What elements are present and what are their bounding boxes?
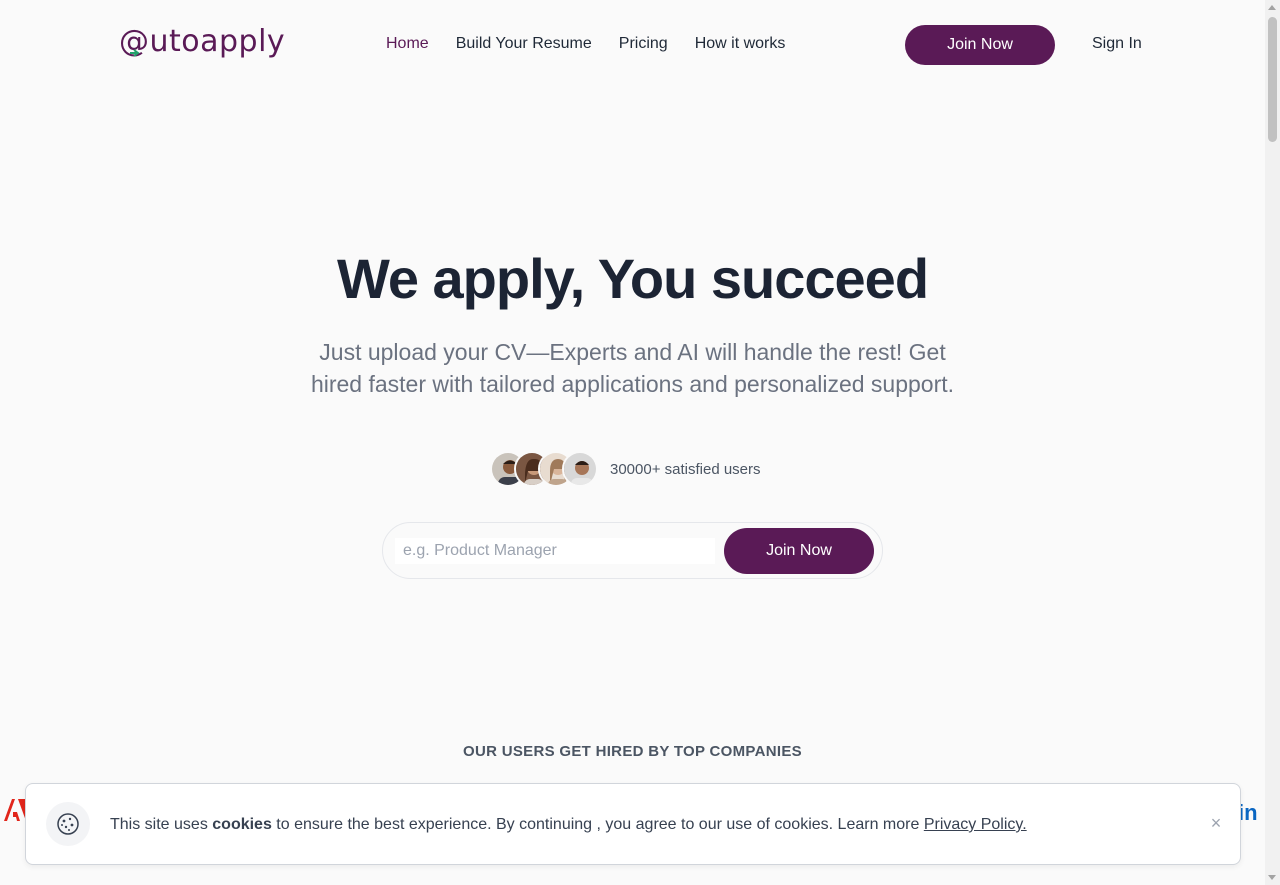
avatar-group xyxy=(490,451,598,487)
cookie-text-bold: cookies xyxy=(212,816,272,833)
main-nav: Home Build Your Resume Pricing How it wo… xyxy=(386,35,785,53)
companies-heading: OUR USERS GET HIRED BY TOP COMPANIES xyxy=(463,743,802,760)
privacy-policy-link[interactable]: Privacy Policy. xyxy=(924,816,1027,833)
join-now-button-hero[interactable]: Join Now xyxy=(724,528,874,574)
cookie-message: This site uses cookies to ensure the bes… xyxy=(110,816,1027,834)
hero-title: We apply, You succeed xyxy=(336,247,929,310)
site-header: @utoapply Home Build Your Resume Pricing… xyxy=(0,0,1265,90)
cookie-banner: This site uses cookies to ensure the bes… xyxy=(25,783,1241,865)
nav-how-it-works[interactable]: How it works xyxy=(695,35,786,53)
logo[interactable]: @utoapply xyxy=(119,24,285,59)
sign-in-link[interactable]: Sign In xyxy=(1092,35,1142,53)
scroll-down-icon[interactable] xyxy=(1268,875,1276,880)
join-now-button-header[interactable]: Join Now xyxy=(905,25,1055,65)
page-scrollbar[interactable] xyxy=(1265,0,1280,885)
satisfied-users: 30000+ satisfied users xyxy=(490,450,761,488)
users-count-text: 30000+ satisfied users xyxy=(610,460,761,478)
job-title-input[interactable] xyxy=(395,538,715,564)
hero-subtitle: Just upload your CV—Experts and AI will … xyxy=(310,339,955,397)
logo-arrow-icon xyxy=(130,49,140,57)
adobe-logo-icon xyxy=(4,799,26,821)
cookie-icon xyxy=(46,802,90,846)
scroll-up-icon[interactable] xyxy=(1268,5,1276,10)
nav-pricing[interactable]: Pricing xyxy=(619,35,668,53)
close-icon[interactable]: × xyxy=(1206,813,1226,833)
nav-home[interactable]: Home xyxy=(386,35,429,53)
avatar xyxy=(562,451,598,487)
cookie-text-1: This site uses xyxy=(110,816,213,833)
job-search-form: Join Now xyxy=(382,522,883,579)
nav-build-resume[interactable]: Build Your Resume xyxy=(456,35,592,53)
cookie-text-2: to ensure the best experience. By contin… xyxy=(271,816,924,833)
logo-text: @utoapply xyxy=(119,24,286,59)
scroll-thumb[interactable] xyxy=(1268,17,1277,142)
